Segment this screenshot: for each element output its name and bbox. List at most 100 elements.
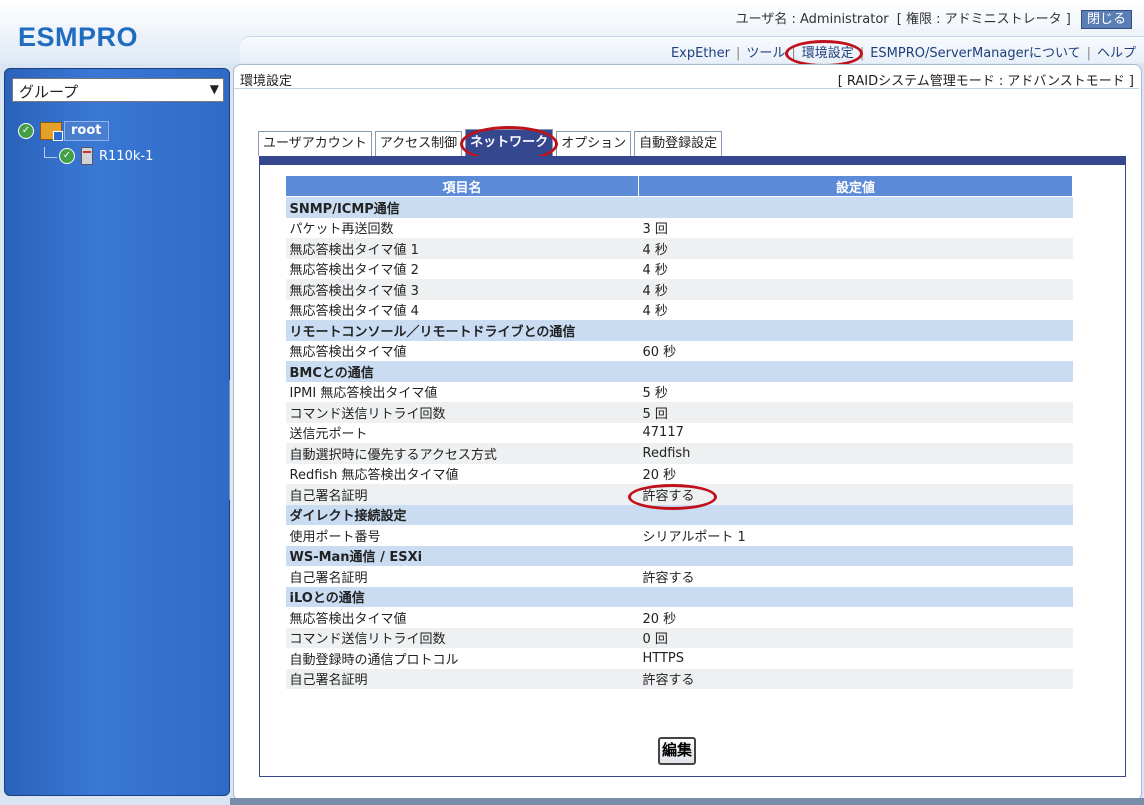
setting-name: Redfish 無応答検出タイマ値 (285, 463, 639, 484)
table-row: 使用ポート番号 シリアルポート 1 (285, 525, 1073, 546)
section-title: SNMP/ICMP通信 (285, 196, 639, 218)
section-filler (638, 361, 1073, 382)
divider (234, 88, 1139, 89)
chevron-down-icon: ▼ (209, 82, 219, 96)
setting-name: 無応答検出タイマ値 2 (285, 258, 639, 279)
top-menu-item[interactable]: ESMPRO/ServerManagerについて (870, 46, 1080, 61)
setting-name: 無応答検出タイマ値 4 (285, 299, 639, 320)
setting-value-cell: 4 秒 (638, 258, 1073, 279)
table-row: 自動選択時に優先するアクセス方式 Redfish (285, 443, 1073, 464)
setting-value-cell: 60 秒 (638, 340, 1073, 361)
top-menu-item[interactable]: ExpEther (671, 46, 730, 61)
setting-name: コマンド送信リトライ回数 (285, 402, 639, 423)
setting-value-cell: 3 回 (638, 217, 1073, 238)
tab-3[interactable]: オプション (556, 131, 632, 156)
table-row: 無応答検出タイマ値 14 秒 (285, 238, 1073, 259)
table-row: 無応答検出タイマ値 44 秒 (285, 299, 1073, 320)
setting-value: 5 秒 (642, 386, 668, 402)
tree-node-label[interactable]: root (64, 121, 109, 141)
edit-button[interactable]: 編集 (658, 737, 696, 765)
table-section-row: リモートコンソール／リモートドライブとの通信 (285, 320, 1073, 341)
top-menu-item[interactable]: ツール (746, 46, 785, 61)
setting-name: 自己署名証明 (285, 484, 639, 505)
setting-value: シリアルポート 1 (642, 529, 746, 545)
setting-value: 4 秒 (642, 304, 668, 320)
table-row: 無応答検出タイマ値 20 秒 (285, 607, 1073, 628)
menu-separator: | (1086, 46, 1091, 61)
table-row: Redfish 無応答検出タイマ値 20 秒 (285, 463, 1073, 484)
sidebar (4, 68, 230, 796)
table-row: パケット再送回数 3 回 (285, 217, 1073, 238)
tab-2[interactable]: ネットワーク (460, 126, 559, 162)
footer-strip (230, 798, 1144, 805)
setting-value-cell: 20 秒 (638, 607, 1073, 628)
table-row: 自己署名証明 許容する (285, 566, 1073, 587)
page-title: 環境設定 (240, 74, 293, 89)
tab-0[interactable]: ユーザアカウント (258, 131, 372, 156)
group-select[interactable]: グループ ▼ (12, 78, 224, 102)
setting-value: 47117 (642, 425, 684, 441)
tree-node-label[interactable]: R110k-1 (99, 149, 153, 164)
setting-name: 無応答検出タイマ値 3 (285, 279, 639, 300)
top-menu-item[interactable]: ヘルプ (1097, 46, 1136, 61)
setting-value-cell: HTTPS (638, 648, 1073, 669)
setting-value-cell: 4 秒 (638, 279, 1073, 300)
setting-name: コマンド送信リトライ回数 (285, 627, 639, 648)
setting-value-cell: 4 秒 (638, 238, 1073, 259)
column-header-item: 項目名 (285, 175, 639, 197)
setting-name: 無応答検出タイマ値 (285, 607, 639, 628)
table-row: 自動登録時の通信プロトコル HTTPS (285, 648, 1073, 669)
section-title: BMCとの通信 (285, 361, 639, 382)
tree-node-server[interactable]: ✓ R110k-1 (44, 146, 153, 165)
status-ok-icon: ✓ (18, 123, 34, 139)
setting-name: 自動登録時の通信プロトコル (285, 648, 639, 669)
server-icon (81, 147, 93, 165)
setting-value-cell: 許容する (638, 668, 1073, 689)
section-title: iLOとの通信 (285, 586, 639, 607)
setting-value: 0 回 (642, 632, 668, 648)
setting-value-cell: シリアルポート 1 (638, 525, 1073, 546)
section-filler (638, 320, 1073, 341)
setting-value-cell: 許容する (638, 566, 1073, 587)
setting-value: 20 秒 (642, 611, 677, 627)
setting-value: 5 回 (642, 406, 668, 422)
setting-name: 使用ポート番号 (285, 525, 639, 546)
tree-node-root[interactable]: ✓ root (18, 121, 109, 141)
table-row: 無応答検出タイマ値 60 秒 (285, 340, 1073, 361)
section-filler (638, 545, 1073, 566)
setting-value: 4 秒 (642, 263, 668, 279)
setting-value-cell: 47117 (638, 422, 1073, 443)
setting-value: HTTPS (642, 650, 685, 666)
setting-value: 許容する (642, 673, 695, 689)
user-role-text: [ 権限 : アドミニストレータ ] (896, 12, 1071, 27)
close-button[interactable]: 閉じる (1080, 10, 1132, 29)
setting-value: Redfish (642, 445, 691, 461)
setting-name: 自動選択時に優先するアクセス方式 (285, 443, 639, 464)
section-filler (638, 504, 1073, 525)
setting-value: 3 回 (642, 222, 668, 238)
setting-value-cell: 5 秒 (638, 381, 1073, 402)
section-filler (638, 586, 1073, 607)
app-logo: ESMPRO (18, 22, 139, 52)
setting-value: 許容する (642, 570, 695, 586)
group-select-value: グループ (19, 83, 79, 101)
table-row: コマンド送信リトライ回数 5 回 (285, 402, 1073, 423)
table-row: 無応答検出タイマ値 34 秒 (285, 279, 1073, 300)
network-settings-table: 項目名 設定値 SNMP/ICMP通信 パケット再送回数 3 回無応答検出タイマ値 … (285, 175, 1073, 689)
table-row: 送信元ポート 47117 (285, 422, 1073, 443)
table-row: 自己署名証明 許容する (285, 484, 1073, 505)
section-filler (638, 196, 1073, 218)
table-row: 自己署名証明 許容する (285, 668, 1073, 689)
setting-value-cell: 5 回 (638, 402, 1073, 423)
section-title: リモートコンソール／リモートドライブとの通信 (285, 320, 639, 341)
section-title: WS-Man通信 / ESXi (285, 545, 639, 566)
tab-4[interactable]: 自動登録設定 (634, 131, 723, 156)
status-ok-icon: ✓ (59, 148, 75, 164)
tab-1[interactable]: アクセス制御 (374, 131, 463, 156)
setting-value: 60 秒 (642, 345, 677, 361)
top-menu-item[interactable]: 環境設定 (802, 46, 854, 61)
setting-name: 無応答検出タイマ値 1 (285, 238, 639, 259)
setting-name: IPMI 無応答検出タイマ値 (285, 381, 639, 402)
tree-connector (44, 146, 57, 158)
setting-value-cell: 許容する (638, 484, 1073, 505)
